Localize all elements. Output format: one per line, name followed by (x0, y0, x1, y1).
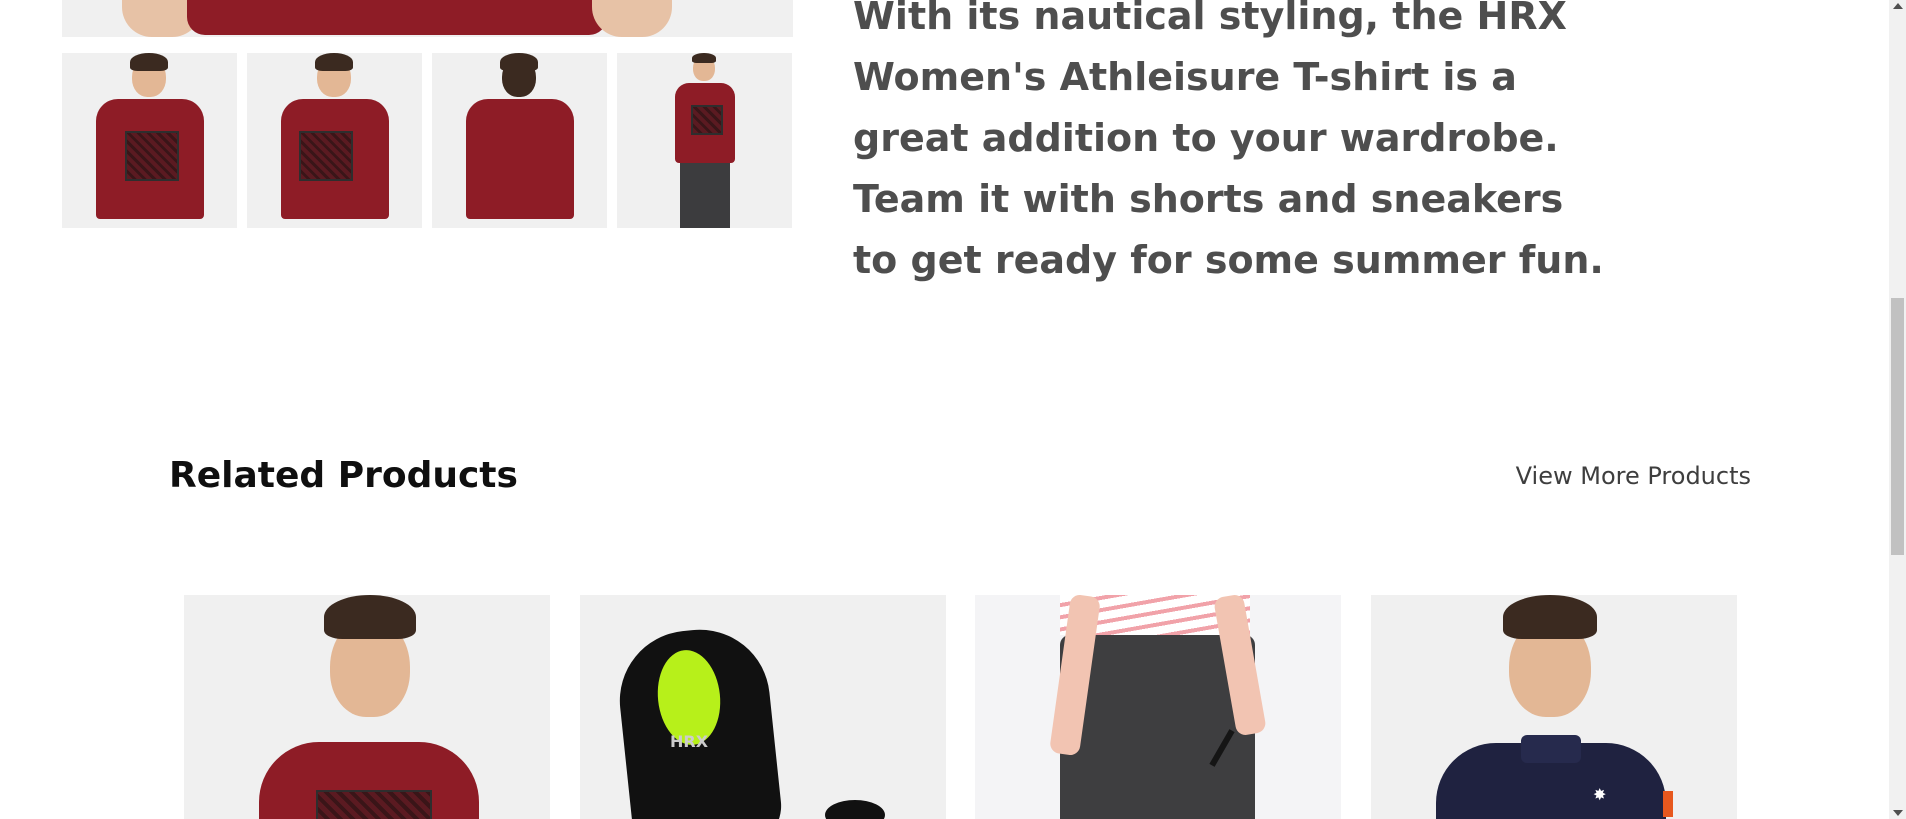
related-product-card[interactable]: ✸ (1371, 595, 1737, 819)
thumbnail-side[interactable] (247, 53, 422, 228)
thumbnail-shirt (466, 99, 574, 219)
thumbnail-hair (130, 53, 168, 71)
related-products-title: Related Products (169, 455, 518, 496)
thumbnail-hair (692, 53, 716, 63)
related-product-card[interactable] (184, 595, 550, 819)
card-hair (1503, 595, 1597, 639)
main-image-shirt (187, 0, 607, 35)
thumbnail-back[interactable] (432, 53, 607, 228)
thumbnail-full-body[interactable] (617, 53, 792, 228)
thumbnail-print (299, 131, 353, 181)
view-more-products-link[interactable]: View More Products (1516, 462, 1751, 490)
page-scrollbar[interactable] (1889, 0, 1906, 819)
product-main-image (62, 0, 793, 37)
thumbnail-hair (315, 53, 353, 71)
thumbnail-print (691, 105, 723, 135)
thumbnail-pants (680, 161, 730, 228)
puma-logo-icon: ✸ (1593, 785, 1607, 804)
thumbnail-front[interactable] (62, 53, 237, 228)
main-image-arm-right (592, 0, 672, 37)
scroll-up-arrow-icon[interactable] (1893, 3, 1903, 9)
related-product-card[interactable]: HRX (580, 595, 946, 819)
card-hair (324, 595, 416, 639)
thumbnail-hair (500, 53, 538, 71)
related-product-card[interactable] (975, 595, 1341, 819)
scrollbar-thumb[interactable] (1891, 298, 1904, 555)
card-polo-collar (1521, 735, 1581, 763)
scroll-down-arrow-icon[interactable] (1893, 810, 1903, 816)
card-print (316, 790, 432, 819)
product-description: With its nautical styling, the HRX Women… (853, 0, 1604, 282)
thumbnail-print (125, 131, 179, 181)
card-sleeve-badge (1663, 791, 1673, 817)
card-shoe-toe (825, 800, 885, 819)
card-shoe-logo: HRX (670, 732, 709, 751)
